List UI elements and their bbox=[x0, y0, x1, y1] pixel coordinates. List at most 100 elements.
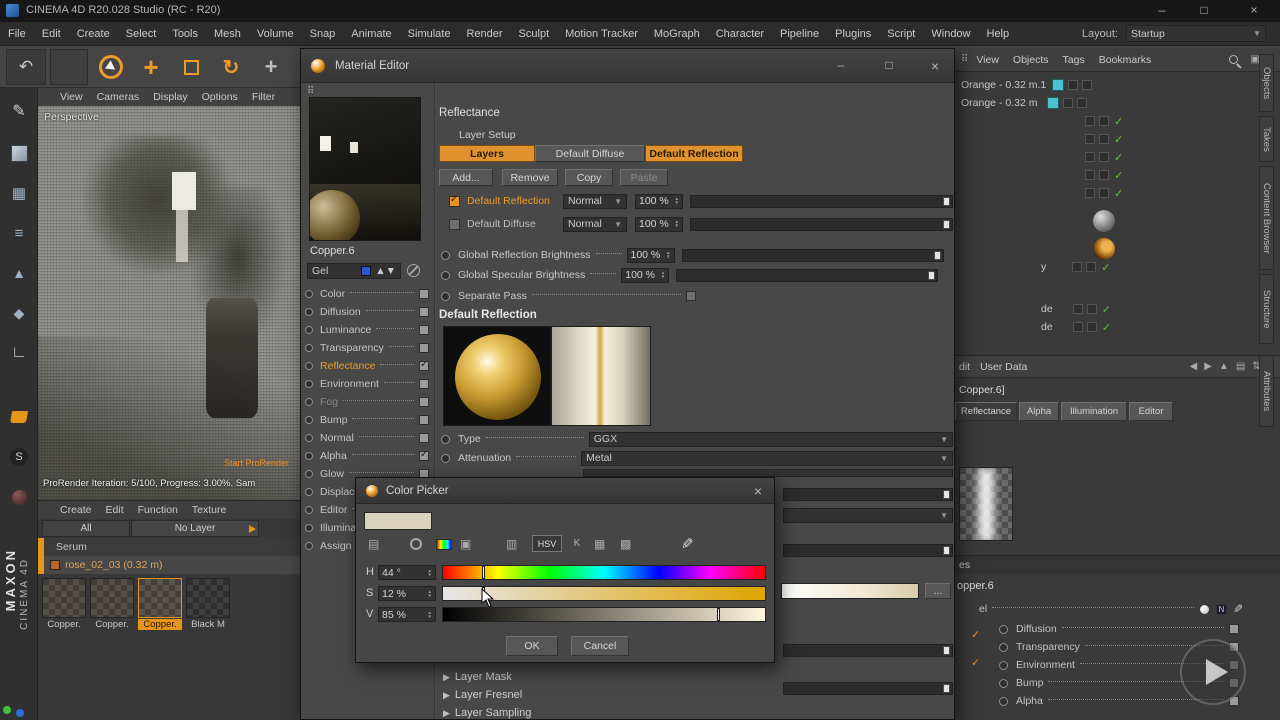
material-thumb-2[interactable] bbox=[90, 578, 134, 618]
hue-spinner[interactable]: 44 ° ▲▼ bbox=[378, 565, 436, 580]
material-label-3-selected[interactable]: Copper. bbox=[138, 619, 182, 630]
menu-pipeline[interactable]: Pipeline bbox=[772, 22, 827, 46]
picture-mode-icon[interactable]: ▣ bbox=[460, 537, 471, 551]
blend-mode-dropdown[interactable]: Normal ▼ bbox=[563, 217, 627, 232]
viewport-camera-label[interactable]: Perspective bbox=[44, 111, 99, 123]
me-grip-icon[interactable]: ⠿ bbox=[307, 86, 314, 97]
menu-edit[interactable]: Edit bbox=[34, 22, 69, 46]
expand-triangle-icon[interactable]: ▶ bbox=[443, 708, 450, 719]
om-menu-tags[interactable]: Tags bbox=[1063, 54, 1085, 66]
slider-handle[interactable] bbox=[928, 271, 935, 280]
expand-triangle-icon[interactable]: ▶ bbox=[443, 672, 450, 683]
channel-row-bump[interactable]: Bump bbox=[305, 411, 429, 429]
channel-radio[interactable] bbox=[305, 434, 313, 442]
object-row-6[interactable]: ✓ bbox=[953, 166, 1253, 184]
me-minimize-button[interactable]: – bbox=[829, 58, 853, 72]
mixer-mode-icon[interactable]: ▦ bbox=[594, 537, 605, 551]
paste-layer-button[interactable]: Paste bbox=[620, 169, 668, 186]
swatches-mode-icon[interactable]: ▩ bbox=[620, 537, 631, 551]
row-radio[interactable] bbox=[441, 292, 450, 301]
spline-pen-tool[interactable]: ✎ bbox=[6, 98, 32, 124]
simulation-tool[interactable]: S bbox=[6, 444, 32, 470]
mm-tab-all[interactable]: All bbox=[42, 520, 130, 537]
modeling-tool-2[interactable]: ▲ bbox=[6, 260, 32, 286]
am-menu-edit-fragment[interactable]: dit bbox=[959, 361, 970, 373]
window-close-button[interactable]: × bbox=[1242, 3, 1266, 17]
mode-list-icon[interactable]: ▤ bbox=[1236, 361, 1245, 372]
menu-character[interactable]: Character bbox=[708, 22, 772, 46]
ok-button[interactable]: OK bbox=[506, 636, 558, 656]
layer-amount-slider[interactable] bbox=[690, 218, 953, 231]
global-amount-slider[interactable] bbox=[676, 269, 938, 282]
channel-radio[interactable] bbox=[305, 362, 313, 370]
menu-tools[interactable]: Tools bbox=[164, 22, 206, 46]
channel-radio[interactable] bbox=[999, 625, 1008, 634]
white-sphere-icon[interactable] bbox=[1199, 604, 1210, 615]
menu-motion-tracker[interactable]: Motion Tracker bbox=[557, 22, 646, 46]
me-maximize-button[interactable]: □ bbox=[877, 58, 901, 72]
object-row-fragment-de2[interactable]: de ✓ bbox=[953, 318, 1253, 336]
menu-plugins[interactable]: Plugins bbox=[827, 22, 879, 46]
menu-select[interactable]: Select bbox=[118, 22, 165, 46]
channel-row-alpha[interactable]: Alpha bbox=[305, 447, 429, 465]
object-row-3[interactable]: ✓ bbox=[953, 112, 1253, 130]
roughness-row-partial[interactable] bbox=[583, 469, 953, 477]
channel-radio[interactable] bbox=[305, 416, 313, 424]
axis-workplane-tool[interactable]: ∟ bbox=[6, 340, 32, 366]
tag-box[interactable] bbox=[1099, 134, 1109, 144]
render-dot[interactable] bbox=[1077, 98, 1087, 108]
spectrum-icon[interactable] bbox=[436, 539, 452, 550]
generators-tool[interactable]: ▦ bbox=[6, 180, 32, 206]
layout-dropdown[interactable]: Startup ▼ bbox=[1126, 25, 1266, 42]
channel-radio[interactable] bbox=[999, 697, 1008, 706]
channel-checkbox[interactable] bbox=[419, 307, 429, 317]
render-dot[interactable] bbox=[1082, 80, 1092, 90]
live-selection-tool[interactable] bbox=[94, 51, 128, 83]
object-row-orange2[interactable]: Orange - 0.32 m bbox=[953, 94, 1253, 112]
expand-triangle-icon[interactable]: ▶ bbox=[443, 690, 450, 701]
search-icon[interactable] bbox=[1229, 55, 1238, 64]
channel-checkbox[interactable] bbox=[419, 397, 429, 407]
viewport-menu-filter[interactable]: Filter bbox=[252, 91, 275, 103]
om-menu-objects[interactable]: Objects bbox=[1013, 54, 1049, 66]
tag-box[interactable] bbox=[1073, 322, 1083, 332]
am-tab-editor[interactable]: Editor bbox=[1129, 402, 1173, 421]
slider-fragment-1[interactable] bbox=[783, 488, 953, 501]
visibility-dot[interactable] bbox=[1063, 98, 1073, 108]
channel-radio[interactable] bbox=[305, 470, 313, 478]
saturation-spinner[interactable]: 12 % ▲▼ bbox=[378, 586, 436, 601]
menu-window[interactable]: Window bbox=[923, 22, 978, 46]
panel-grip-icon[interactable]: ⠿ bbox=[961, 54, 968, 65]
material-label-1[interactable]: Copper. bbox=[42, 619, 86, 630]
menu-volume[interactable]: Volume bbox=[249, 22, 302, 46]
blend-mode-dropdown[interactable]: Normal ▼ bbox=[563, 194, 627, 209]
value-spinner[interactable]: 85 % ▲▼ bbox=[378, 607, 436, 622]
slider-fragment-3[interactable] bbox=[783, 644, 953, 657]
redo-button[interactable] bbox=[50, 49, 88, 85]
history-back-icon[interactable]: ◀ bbox=[1190, 361, 1198, 372]
menu-file[interactable]: File bbox=[0, 22, 34, 46]
channel-radio[interactable] bbox=[305, 308, 313, 316]
tag-box[interactable] bbox=[1073, 304, 1083, 314]
side-tab-content-browser[interactable]: Content Browser bbox=[1259, 166, 1274, 270]
hsv-mode-button[interactable]: HSV bbox=[532, 535, 562, 552]
tag-box[interactable] bbox=[1086, 262, 1096, 272]
history-forward-icon[interactable]: ▶ bbox=[1204, 361, 1212, 372]
window-minimize-button[interactable]: – bbox=[1150, 3, 1174, 17]
menu-animate[interactable]: Animate bbox=[343, 22, 399, 46]
panel2-channel-diffusion[interactable]: Diffusion bbox=[953, 620, 1251, 638]
tag-box[interactable] bbox=[1099, 170, 1109, 180]
remove-layer-button[interactable]: Remove bbox=[502, 169, 558, 186]
cp-close-button[interactable]: × bbox=[746, 483, 770, 499]
rotate-tool[interactable]: ↻ bbox=[212, 49, 250, 85]
channel-row-environment[interactable]: Environment bbox=[305, 375, 429, 393]
channel-radio[interactable] bbox=[305, 380, 313, 388]
object-row-orange1[interactable]: Orange - 0.32 m.1 bbox=[953, 76, 1253, 94]
section-layer-fresnel[interactable]: ▶ Layer Fresnel bbox=[443, 689, 522, 701]
am-tab-illumination[interactable]: Illumination bbox=[1061, 402, 1127, 421]
tag-box[interactable] bbox=[1085, 152, 1095, 162]
channel-row-fog[interactable]: Fog bbox=[305, 393, 429, 411]
alpha-texture-preview[interactable] bbox=[959, 467, 1013, 541]
attenuation-dropdown[interactable]: Metal ▼ bbox=[581, 451, 953, 466]
menu-script[interactable]: Script bbox=[879, 22, 923, 46]
